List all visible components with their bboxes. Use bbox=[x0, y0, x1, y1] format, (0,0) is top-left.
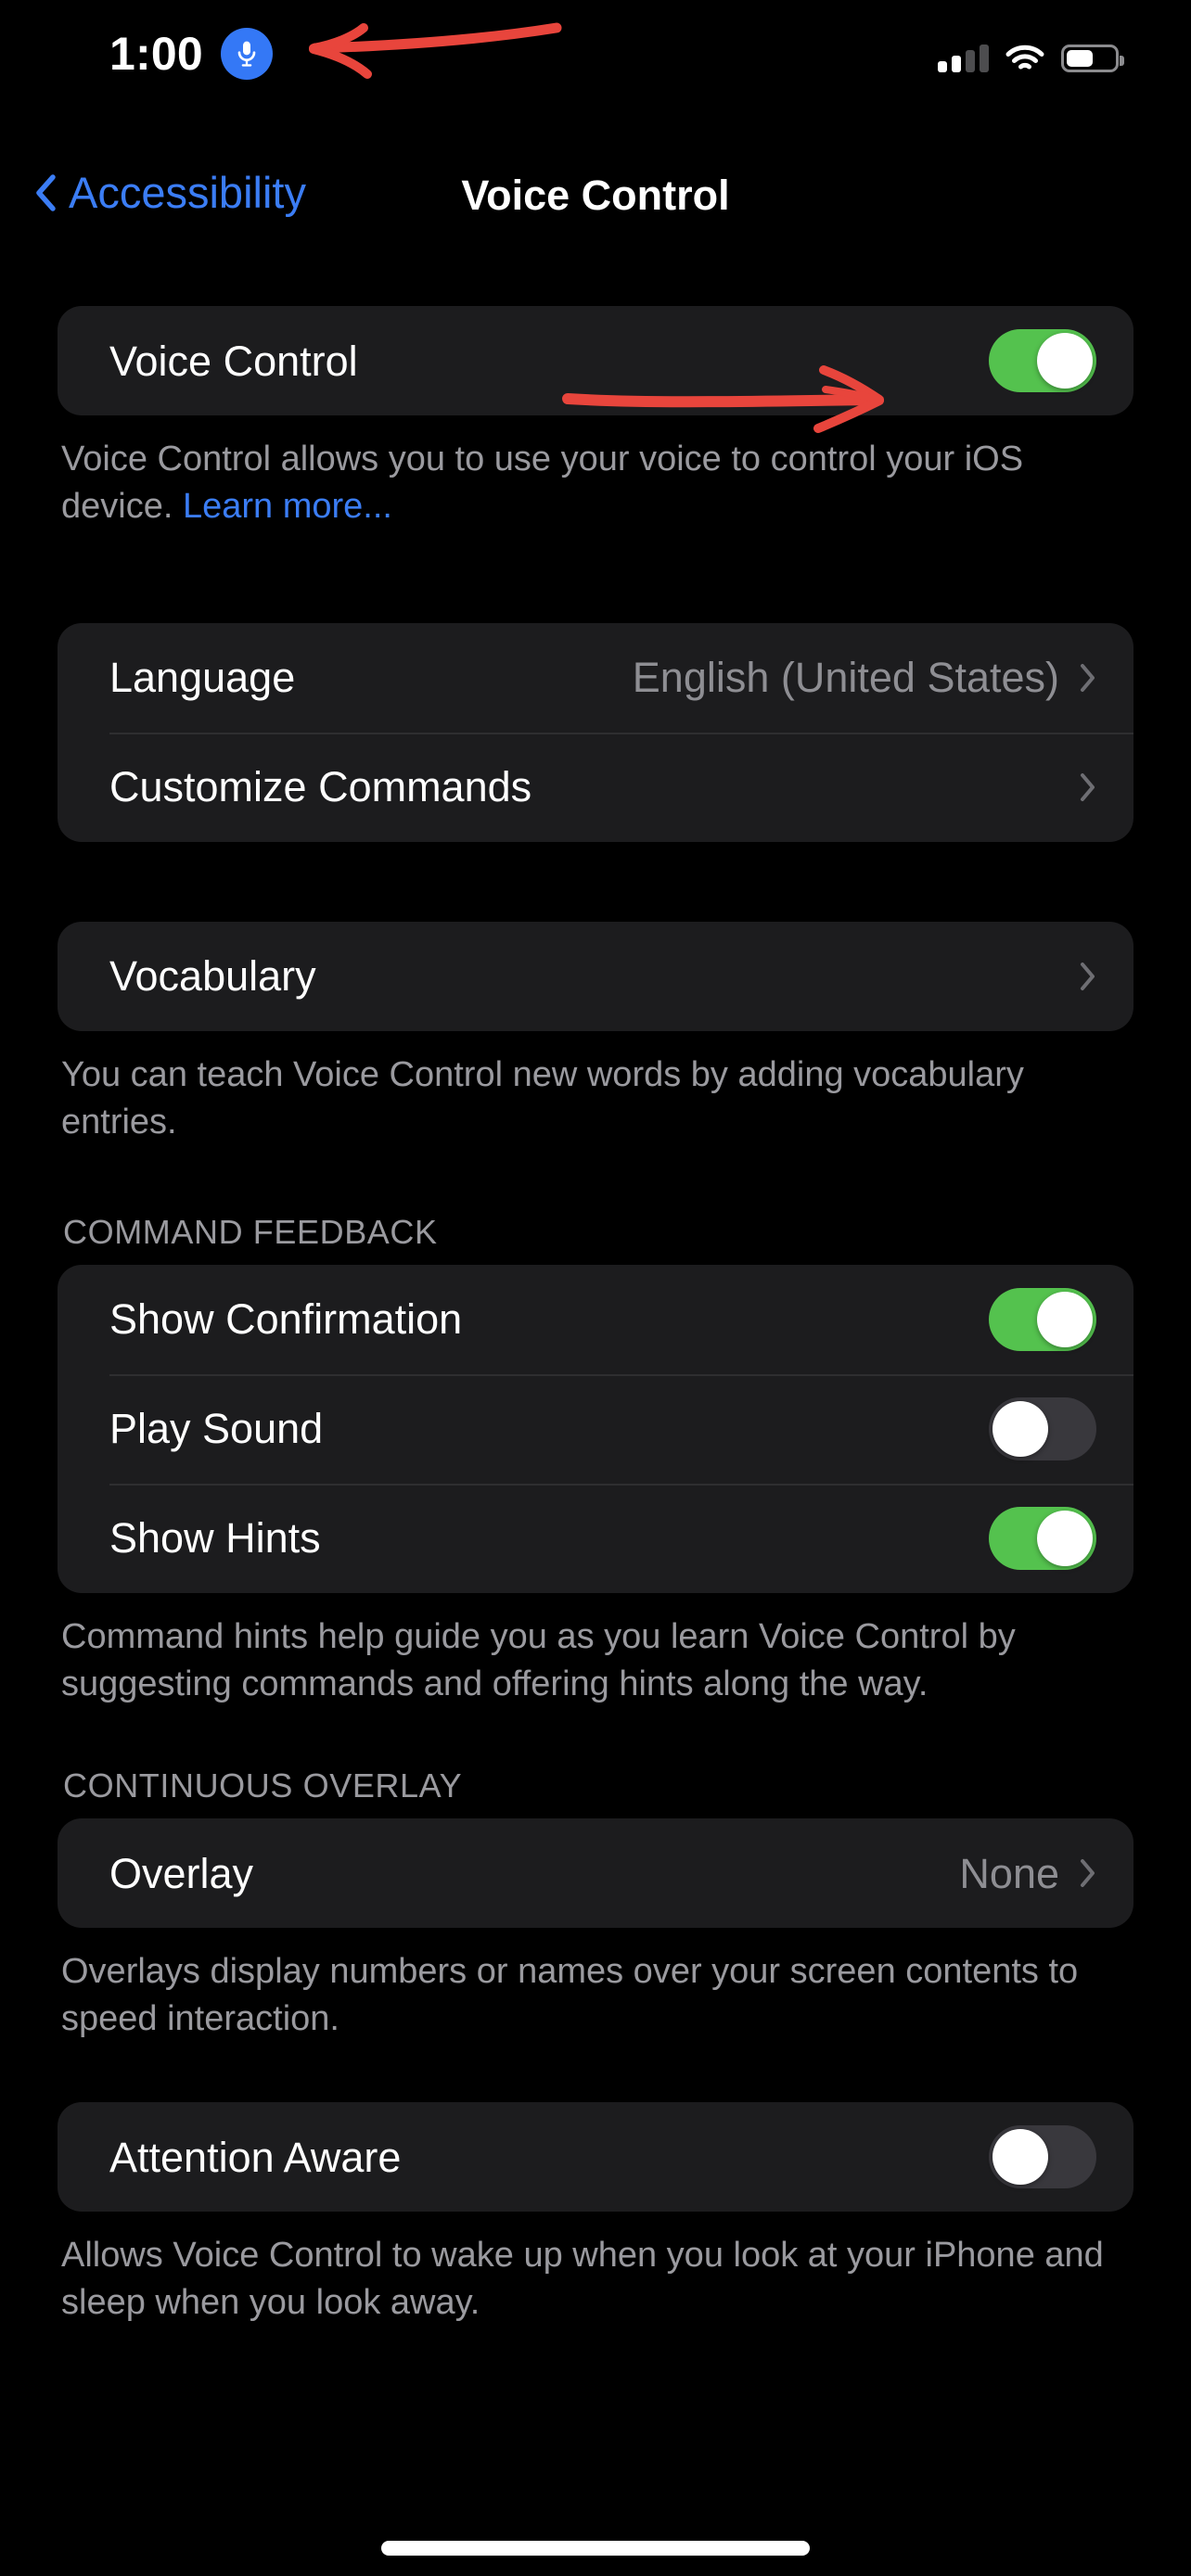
header-continuous-overlay: CONTINUOUS OVERLAY bbox=[63, 1766, 463, 1805]
toggle-knob bbox=[1037, 1291, 1093, 1347]
row-overlay-label: Overlay bbox=[109, 1849, 254, 1897]
status-bar-right bbox=[938, 45, 1124, 72]
learn-more-link[interactable]: Learn more... bbox=[183, 487, 392, 526]
home-indicator-bar bbox=[381, 2541, 810, 2556]
row-customize-commands-label: Customize Commands bbox=[109, 763, 532, 811]
cellular-signal-icon bbox=[938, 45, 989, 72]
section-attention-aware: Attention Aware bbox=[58, 2102, 1133, 2213]
row-play-sound[interactable]: Play Sound bbox=[58, 1373, 1133, 1484]
row-overlay[interactable]: Overlay None bbox=[58, 1818, 1133, 1928]
section-vocabulary: Vocabulary bbox=[58, 921, 1133, 1031]
iphone-screen: 1:00 Accessibility Voice Control Voice C… bbox=[0, 0, 1191, 2576]
row-show-hints[interactable]: Show Hints bbox=[58, 1483, 1133, 1593]
row-language-label: Language bbox=[109, 654, 296, 702]
row-show-confirmation-label: Show Confirmation bbox=[109, 1295, 463, 1344]
toggle-knob bbox=[1037, 333, 1093, 389]
page-title: Voice Control bbox=[461, 172, 730, 219]
footer-vocabulary: You can teach Voice Control new words by… bbox=[61, 1054, 1024, 1141]
header-command-feedback: COMMAND FEEDBACK bbox=[63, 1212, 438, 1251]
toggle-knob bbox=[1037, 1510, 1093, 1566]
toggle-play-sound[interactable] bbox=[989, 1396, 1096, 1460]
chevron-right-icon bbox=[1081, 962, 1095, 990]
footer-command-feedback: Command hints help guide you as you lear… bbox=[61, 1616, 1016, 1703]
status-bar: 1:00 bbox=[0, 0, 1191, 113]
battery-icon bbox=[1061, 45, 1124, 72]
row-attention-aware-label: Attention Aware bbox=[109, 2133, 402, 2181]
section-language: Language English (United States) Customi… bbox=[58, 622, 1133, 842]
chevron-right-icon bbox=[1081, 772, 1095, 801]
row-voice-control[interactable]: Voice Control bbox=[58, 306, 1133, 415]
toggle-show-hints[interactable] bbox=[989, 1506, 1096, 1570]
row-customize-commands[interactable]: Customize Commands bbox=[58, 732, 1133, 842]
microphone-icon[interactable] bbox=[220, 28, 273, 80]
footer-attention-aware: Allows Voice Control to wake up when you… bbox=[61, 2236, 1104, 2323]
row-overlay-value: None bbox=[959, 1849, 1059, 1897]
row-voice-control-label: Voice Control bbox=[109, 337, 358, 385]
toggle-knob bbox=[992, 2129, 1048, 2186]
row-language-value: English (United States) bbox=[632, 654, 1059, 702]
navigation-bar: Accessibility Voice Control bbox=[0, 158, 1191, 247]
toggle-show-confirmation[interactable] bbox=[989, 1287, 1096, 1351]
footer-continuous-overlay: Overlays display numbers or names over y… bbox=[61, 1952, 1079, 2039]
section-continuous-overlay: Overlay None bbox=[58, 1818, 1133, 1929]
row-show-confirmation[interactable]: Show Confirmation bbox=[58, 1265, 1133, 1374]
row-show-hints-label: Show Hints bbox=[109, 1514, 321, 1562]
row-attention-aware[interactable]: Attention Aware bbox=[58, 2102, 1133, 2212]
chevron-right-icon bbox=[1081, 1859, 1095, 1888]
settings-list: Voice Control Voice Control allows you t… bbox=[0, 306, 1191, 2327]
row-vocabulary-label: Vocabulary bbox=[109, 952, 316, 1001]
section-voice-control: Voice Control bbox=[58, 306, 1133, 415]
status-bar-clock: 1:00 bbox=[109, 28, 203, 80]
toggle-attention-aware[interactable] bbox=[989, 2125, 1096, 2189]
toggle-knob bbox=[992, 1400, 1048, 1457]
chevron-right-icon bbox=[1081, 663, 1095, 692]
footer-voice-control: Voice Control allows you to use your voi… bbox=[61, 436, 1130, 530]
section-command-feedback: Show Confirmation Play Sound Show Hints bbox=[58, 1264, 1133, 1593]
row-play-sound-label: Play Sound bbox=[109, 1405, 324, 1453]
status-bar-left: 1:00 bbox=[109, 28, 273, 80]
toggle-voice-control[interactable] bbox=[989, 329, 1096, 392]
wifi-icon bbox=[1005, 45, 1044, 72]
row-vocabulary[interactable]: Vocabulary bbox=[58, 922, 1133, 1031]
row-language[interactable]: Language English (United States) bbox=[58, 623, 1133, 733]
